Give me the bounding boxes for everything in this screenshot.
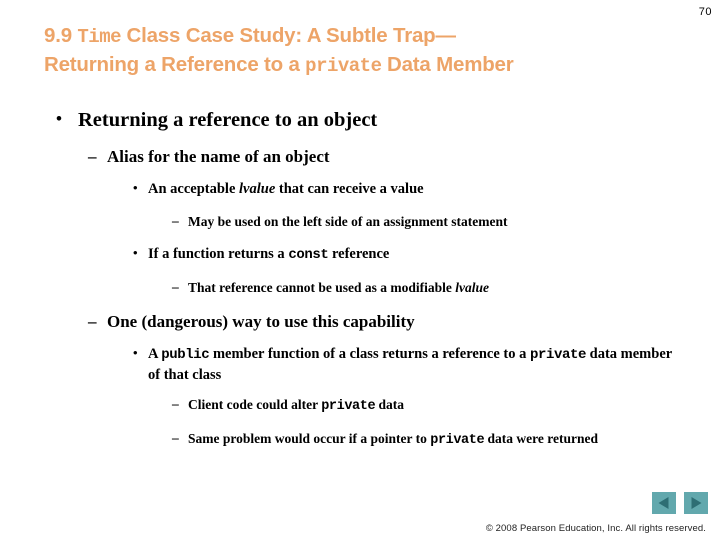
text-mid: member function of a class returns a ref… xyxy=(209,346,530,362)
text-pre: A xyxy=(148,346,162,362)
text-post: data xyxy=(375,397,405,412)
page-number: 70 xyxy=(698,6,712,18)
bullet-text: May be used on the left side of an assig… xyxy=(188,214,508,229)
next-slide-button[interactable] xyxy=(684,492,708,514)
previous-slide-button[interactable] xyxy=(652,492,676,514)
bullet-text: Returning a reference to an object xyxy=(78,109,378,131)
title-segment-returning: Returning a Reference to a xyxy=(44,53,306,76)
dash-marker-icon: – xyxy=(172,396,179,411)
page-title-line-1: 9.9 Time Class Case Study: A Subtle Trap… xyxy=(44,24,456,48)
bullet-level-3: • A public member function of a class re… xyxy=(133,344,676,385)
title-code-private: private xyxy=(305,55,382,77)
text-post: reference xyxy=(328,246,390,262)
bullet-level-2: – Alias for the name of an object xyxy=(88,145,676,168)
triangle-left-icon xyxy=(658,497,669,509)
text-post: data were returned xyxy=(484,431,599,446)
bullet-level-3: • If a function returns a const referenc… xyxy=(133,244,676,265)
dash-marker-icon: – xyxy=(88,312,97,331)
code-private: private xyxy=(430,433,485,448)
bullet-level-4: – Same problem would occur if a pointer … xyxy=(172,429,676,450)
bullet-level-4: – May be used on the left side of an ass… xyxy=(172,212,676,231)
text-italic-lvalue: lvalue xyxy=(455,280,489,295)
bullet-text: That reference cannot be used as a modif… xyxy=(188,278,676,297)
title-segment-rest: Class Case Study: A Subtle Trap— xyxy=(121,24,456,47)
bullet-level-3: • An acceptable lvalue that can receive … xyxy=(133,179,676,199)
copyright-notice: © 2008 Pearson Education, Inc. All right… xyxy=(485,523,706,534)
bullet-text: An acceptable lvalue that can receive a … xyxy=(148,179,676,199)
page-title: 9.9 Time Class Case Study: A Subtle Trap… xyxy=(44,22,674,80)
dash-marker-icon: – xyxy=(88,147,97,166)
bullet-text: Same problem would occur if a pointer to… xyxy=(188,429,676,450)
title-segment-number: 9.9 xyxy=(44,24,78,47)
text-pre: An acceptable xyxy=(148,181,240,197)
bullet-marker-icon: • xyxy=(133,345,138,360)
page-title-line-2: Returning a Reference to a private Data … xyxy=(44,53,514,77)
bullet-marker-icon: • xyxy=(133,180,138,195)
bullet-text: A public member function of a class retu… xyxy=(148,344,676,385)
bullet-level-2: – One (dangerous) way to use this capabi… xyxy=(88,310,676,333)
bullet-text: Client code could alter private data xyxy=(188,395,676,416)
text-italic-lvalue: lvalue xyxy=(239,181,276,197)
text-pre: Client code could alter xyxy=(188,397,322,412)
bullet-text: One (dangerous) way to use this capabili… xyxy=(107,312,415,331)
triangle-right-icon xyxy=(691,497,702,509)
bullet-level-4: – Client code could alter private data xyxy=(172,395,676,416)
text-post: that can receive a value xyxy=(275,181,424,197)
bullet-text: If a function returns a const reference xyxy=(148,244,676,265)
code-private: private xyxy=(530,347,587,363)
code-private: private xyxy=(321,399,376,414)
slide-navigation xyxy=(652,492,708,514)
title-segment-member: Data Member xyxy=(381,53,514,76)
code-public: public xyxy=(161,347,210,363)
dash-marker-icon: – xyxy=(172,430,179,445)
slide-canvas: { "page": { "number": "70", "accent_colo… xyxy=(0,0,720,540)
bullet-level-1: • Returning a reference to an object xyxy=(56,107,676,133)
text-pre: That reference cannot be used as a modif… xyxy=(188,280,456,295)
bullet-marker-icon: • xyxy=(133,245,138,260)
dash-marker-icon: – xyxy=(172,213,179,228)
bullet-level-4: – That reference cannot be used as a mod… xyxy=(172,278,676,297)
bullet-text: Alias for the name of an object xyxy=(107,147,330,166)
title-code-time: Time xyxy=(77,26,122,48)
code-const: const xyxy=(288,247,329,263)
outline-body: • Returning a reference to an object – A… xyxy=(44,107,676,456)
text-pre: Same problem would occur if a pointer to xyxy=(188,431,431,446)
dash-marker-icon: – xyxy=(172,279,179,294)
bullet-marker-icon: • xyxy=(56,109,62,128)
text-pre: If a function returns a xyxy=(148,246,289,262)
